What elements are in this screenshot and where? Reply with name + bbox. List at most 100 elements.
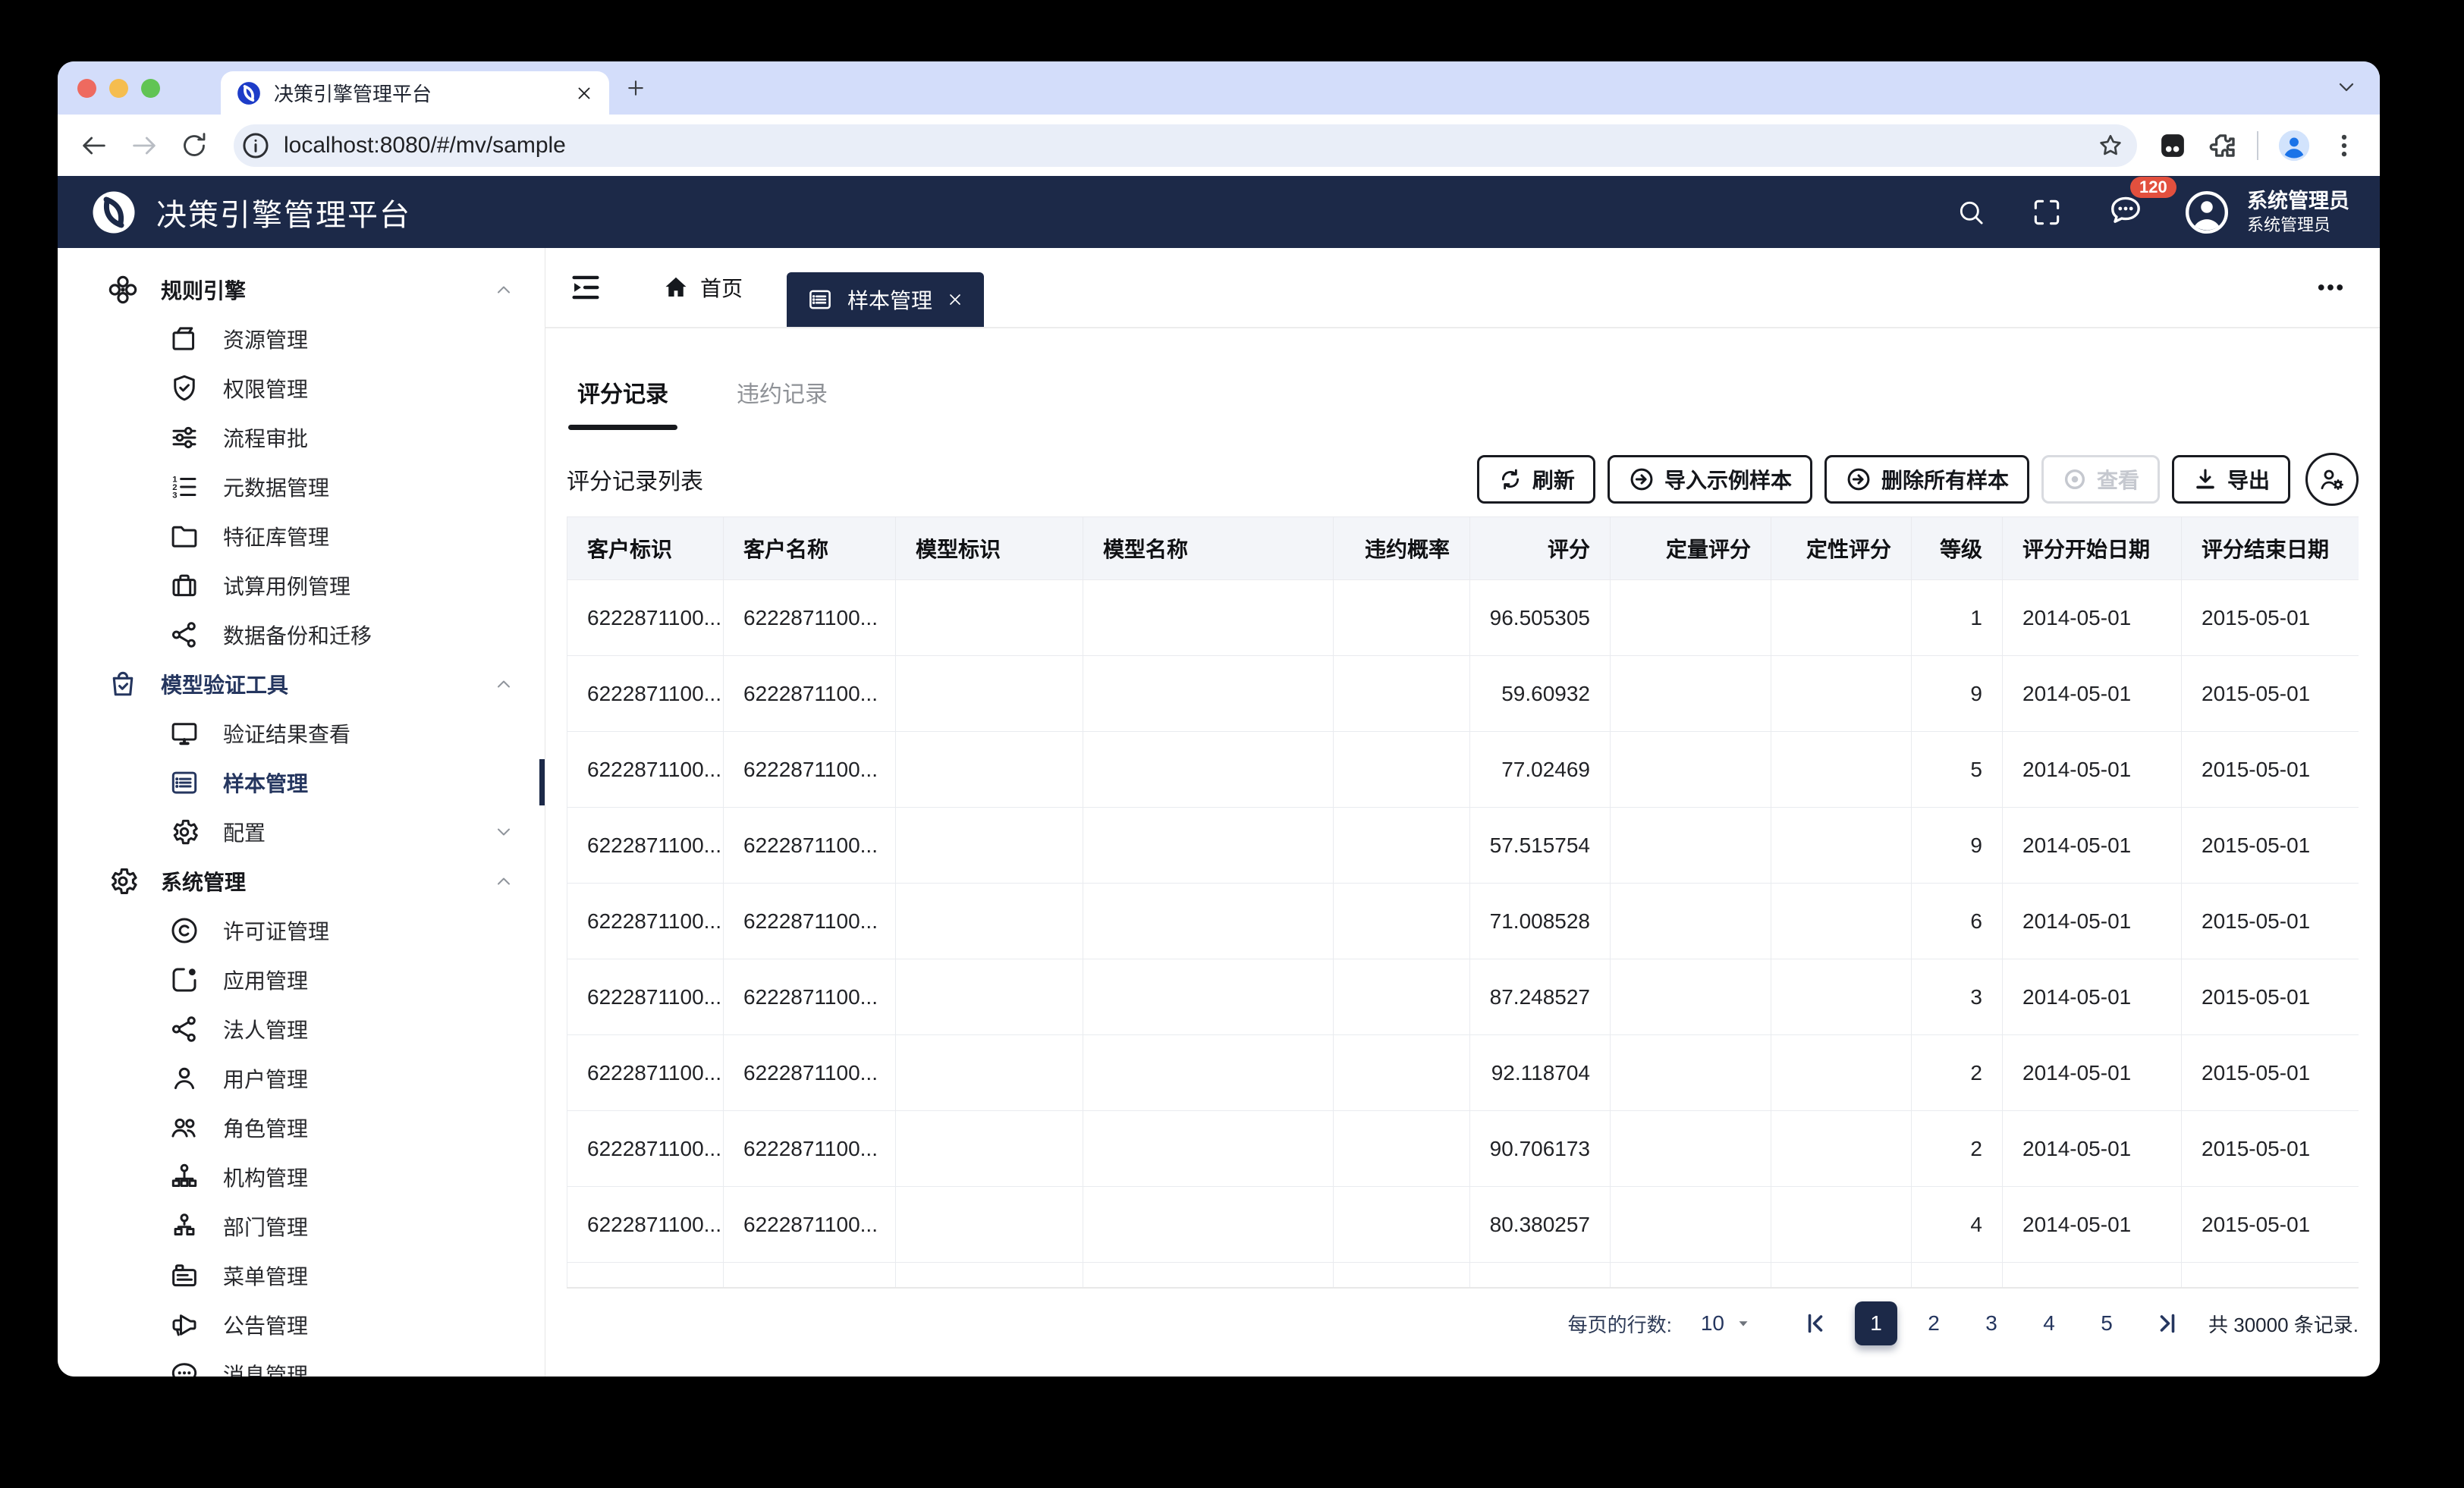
collapse-sidebar-icon[interactable] — [568, 270, 603, 305]
table-row[interactable]: 6222871100...6222871100...71.00852862014… — [567, 884, 2359, 959]
new-tab-button[interactable] — [624, 77, 647, 99]
breadcrumb-home[interactable]: 首页 — [662, 272, 743, 303]
forward-button[interactable] — [129, 130, 159, 161]
user-settings-button[interactable] — [2305, 453, 2359, 506]
table-row[interactable]: 6222871100...6222871100...90.70617322014… — [567, 1111, 2359, 1187]
table-cell — [1334, 656, 1470, 732]
table-cell — [1611, 1187, 1771, 1263]
table-cell — [1611, 1035, 1771, 1111]
import-sample-button[interactable]: 导入示例样本 — [1608, 455, 1812, 504]
table-row[interactable]: 6222871100...6222871100...96.50530512014… — [567, 580, 2359, 656]
table-row[interactable]: 6222871100...6222871100...77.0246952014-… — [567, 732, 2359, 808]
sidebar-item-label: 用户管理 — [223, 1063, 308, 1094]
sidebar-item-legal-entity-management[interactable]: 法人管理 — [58, 1004, 545, 1053]
sidebar-nav: 规则引擎资源管理权限管理流程审批123元数据管理特征库管理试算用例管理数据备份和… — [58, 248, 545, 1377]
sidebar-section-label: 系统管理 — [161, 866, 246, 896]
table-cell — [1334, 732, 1470, 808]
open-page-tab[interactable]: 样本管理 — [787, 272, 984, 327]
sidebar-item-metadata-management[interactable]: 123元数据管理 — [58, 462, 545, 511]
refresh-button-label: 刷新 — [1532, 464, 1575, 494]
table-cell — [1771, 1187, 1912, 1263]
sidebar-item-announcement-management[interactable]: 公告管理 — [58, 1300, 545, 1349]
reload-button[interactable] — [179, 130, 209, 161]
sidebar-item-message-management[interactable]: 消息管理 — [58, 1349, 545, 1377]
table-cell — [1083, 884, 1334, 959]
page-button-3[interactable]: 3 — [1970, 1301, 2013, 1345]
page-button-2[interactable]: 2 — [1912, 1301, 1955, 1345]
sidebar-item-sample-management[interactable]: 样本管理 — [58, 758, 545, 807]
bookmark-star-icon[interactable] — [2096, 131, 2125, 160]
table-row[interactable]: 6222871100...6222871100...57.51575492014… — [567, 808, 2359, 884]
pagination-bar: 每页的行数: 10 12345 共 30000 条记录. — [567, 1287, 2359, 1358]
sidebar-item-organization-management[interactable]: 机构管理 — [58, 1152, 545, 1201]
rows-per-page-value[interactable]: 10 — [1701, 1311, 1724, 1336]
column-header: 客户标识 — [567, 517, 724, 580]
page-button-5[interactable]: 5 — [2085, 1301, 2128, 1345]
table-cell — [1083, 1187, 1334, 1263]
sidebar-item-trial-case-management[interactable]: 试算用例管理 — [58, 560, 545, 610]
share-nodes-icon — [168, 1013, 200, 1045]
page-button-4[interactable]: 4 — [2028, 1301, 2070, 1345]
sidebar-item-license-management[interactable]: 许可证管理 — [58, 906, 545, 955]
tab-overflow-button[interactable] — [2334, 75, 2359, 99]
table-row[interactable]: 6222871100...6222871100...92.11870422014… — [567, 1035, 2359, 1111]
user-name: 系统管理员 — [2247, 189, 2349, 215]
sidebar-item-department-management[interactable]: 部门管理 — [58, 1201, 545, 1251]
breadcrumb-home-label[interactable]: 首页 — [700, 272, 743, 303]
back-button[interactable] — [79, 130, 109, 161]
url-text[interactable]: localhost:8080/#/mv/sample — [284, 133, 2096, 159]
more-actions-icon[interactable] — [2315, 272, 2346, 303]
column-header: 评分开始日期 — [2003, 517, 2182, 580]
refresh-button[interactable]: 刷新 — [1477, 455, 1595, 504]
sidebar-section-system-management[interactable]: 系统管理 — [58, 856, 545, 906]
extensions-icon[interactable] — [2207, 130, 2239, 162]
site-info-icon[interactable] — [240, 130, 272, 162]
sidebar-item-validation-result-view[interactable]: 验证结果查看 — [58, 708, 545, 758]
table-row[interactable]: 6222871100...6222871100...87.24852732014… — [567, 959, 2359, 1035]
sidebar-item-label: 验证结果查看 — [223, 718, 350, 749]
delete-all-samples-button[interactable]: 删除所有样本 — [1824, 455, 2029, 504]
sidebar-item-feature-library[interactable]: 特征库管理 — [58, 511, 545, 560]
sidebar-section-rule-engine[interactable]: 规则引擎 — [58, 265, 545, 314]
sidebar-item-permission-management[interactable]: 权限管理 — [58, 363, 545, 413]
export-button[interactable]: 导出 — [2172, 455, 2290, 504]
sidebar-item-label: 权限管理 — [223, 373, 308, 403]
chevron-up-icon — [493, 871, 514, 892]
fullscreen-icon[interactable] — [2030, 196, 2063, 229]
browser-menu-icon[interactable] — [2330, 131, 2359, 160]
sidebar-item-user-management[interactable]: 用户管理 — [58, 1053, 545, 1103]
avatar[interactable] — [2183, 189, 2230, 236]
sidebar-item-menu-management[interactable]: 菜单管理 — [58, 1251, 545, 1300]
folder-icon — [168, 520, 200, 552]
table-cell — [1611, 1263, 1771, 1288]
first-page-icon[interactable] — [1802, 1310, 1829, 1337]
sidebar-item-process-approval[interactable]: 流程审批 — [58, 413, 545, 462]
sidebar-item-data-backup-migration[interactable]: 数据备份和迁移 — [58, 610, 545, 659]
arrow-right-circle-icon — [1628, 466, 1655, 493]
table-row[interactable]: 6222871100...6222871100...59.6093292014-… — [567, 656, 2359, 732]
sidebar-item-resource-management[interactable]: 资源管理 — [58, 314, 545, 363]
user-menu[interactable]: 系统管理员 系统管理员 — [2183, 189, 2349, 236]
search-icon[interactable] — [1956, 197, 1986, 228]
last-page-icon[interactable] — [2154, 1310, 2181, 1337]
minimize-window-button[interactable] — [109, 79, 128, 98]
home-icon[interactable] — [662, 274, 690, 301]
tab-close-icon[interactable] — [574, 83, 594, 103]
address-bar[interactable]: localhost:8080/#/mv/sample — [234, 124, 2137, 167]
rows-per-page-caret-icon[interactable] — [1735, 1315, 1752, 1332]
sidebar-item-application-management[interactable]: 应用管理 — [58, 955, 545, 1004]
maximize-window-button[interactable] — [141, 79, 160, 98]
close-window-button[interactable] — [77, 79, 96, 98]
sidebar-section-model-validation-tools[interactable]: 模型验证工具 — [58, 659, 545, 708]
table-row[interactable]: 6222871100...6222871100...80.38025742014… — [567, 1187, 2359, 1263]
side-panel-icon[interactable] — [2157, 130, 2189, 162]
app-title: 决策引擎管理平台 — [156, 190, 411, 234]
browser-profile-icon[interactable] — [2277, 128, 2312, 163]
browser-tab[interactable]: 决策引擎管理平台 — [221, 71, 609, 115]
tab-default-records[interactable]: 违约记录 — [728, 357, 837, 430]
close-page-tab-icon[interactable] — [946, 290, 964, 309]
sidebar-item-configuration[interactable]: 配置 — [58, 807, 545, 856]
sidebar-item-role-management[interactable]: 角色管理 — [58, 1103, 545, 1152]
tab-score-records[interactable]: 评分记录 — [568, 357, 677, 430]
page-button-1[interactable]: 1 — [1855, 1301, 1897, 1345]
